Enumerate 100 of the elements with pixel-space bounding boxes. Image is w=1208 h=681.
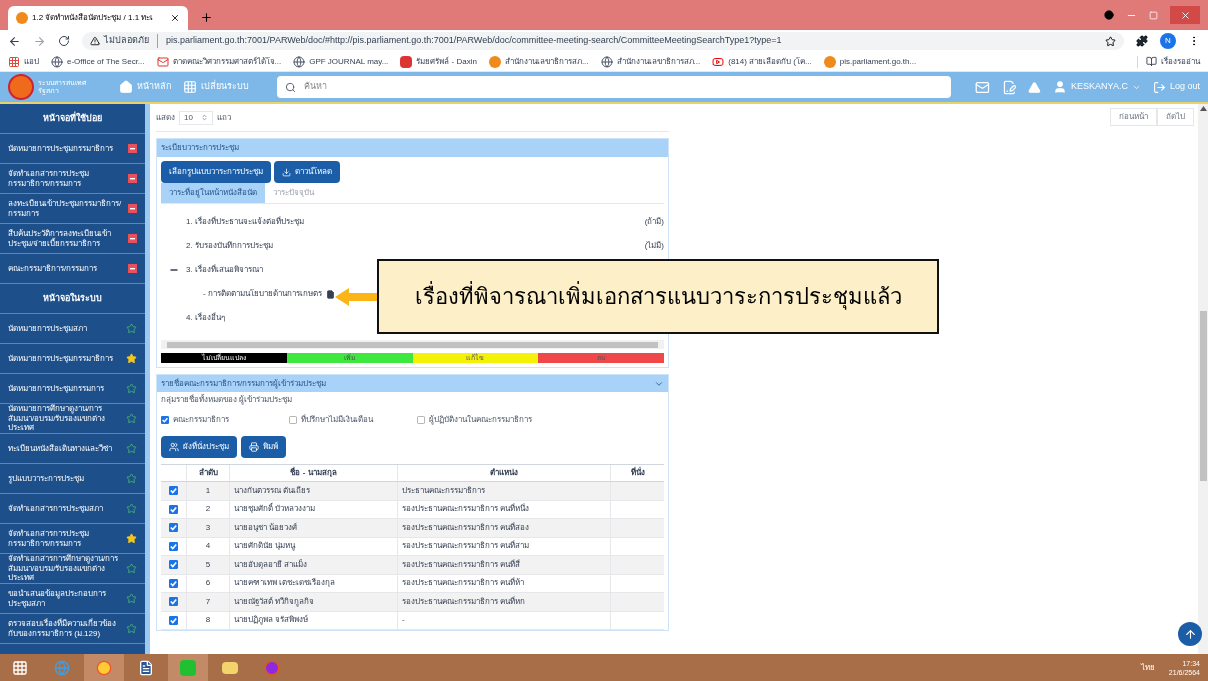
checkbox[interactable] <box>169 486 178 496</box>
table-cell: ประธานคณะกรรมาธิการ <box>402 484 485 497</box>
star-icon[interactable] <box>126 353 137 364</box>
star-icon[interactable] <box>126 413 137 424</box>
scroll-to-top-button[interactable] <box>1178 622 1202 646</box>
checkbox[interactable] <box>169 560 178 570</box>
agenda-subitem[interactable]: - การติดตามนโยบายด้านการเกษตร <box>203 288 322 300</box>
checkbox[interactable] <box>169 504 178 514</box>
agenda-item[interactable]: 4. เรื่องอื่นๆ <box>186 312 225 324</box>
panel-title: รายชื่อคณะกรรมาธิการ/กรรมการผู้เข้าร่วมประชุม <box>161 377 327 390</box>
reading-list[interactable]: เรื่องรออ่าน <box>1137 55 1200 68</box>
remove-icon[interactable] <box>128 204 137 213</box>
table-cell: รองประธานคณะกรรมาธิการ คนที่หก <box>402 595 526 608</box>
table-cell: รองประธานคณะกรรมาธิการ คนที่สอง <box>402 521 530 534</box>
sidebar-item[interactable]: จัดทำเอกสารการศึกษาดูงาน/การสัมมนา/อบรม/รับรองแขกต่างประเทศ <box>0 554 145 584</box>
warning-icon[interactable] <box>1028 80 1042 94</box>
agenda-note: (ไม่มี) <box>644 240 664 252</box>
bookmark[interactable]: GPF JOURNAL may... <box>293 55 389 68</box>
bookmark[interactable]: แอป <box>8 55 39 68</box>
table-cell: นายอนุชา น้อยวงศ์ <box>234 521 298 534</box>
new-tab-icon[interactable] <box>200 11 213 24</box>
star-icon[interactable] <box>126 323 137 334</box>
scrollbar-thumb[interactable] <box>1199 311 1207 481</box>
next-page-button[interactable]: ถัดไป <box>1157 108 1194 126</box>
reload-icon[interactable] <box>58 35 70 47</box>
search-field[interactable]: ค้นหา <box>276 76 951 98</box>
download-button[interactable]: ดาวน์โหลด <box>274 161 340 183</box>
checkbox-label[interactable]: คณะกรรมาธิการ <box>173 414 229 426</box>
remove-icon[interactable] <box>128 234 137 243</box>
spinner-icon <box>200 114 208 121</box>
browser-tab[interactable]: 1.2 จัดทำหนังสือนัดประชุม / 1.1 ทะเ <box>8 6 188 30</box>
checkbox[interactable] <box>169 523 178 533</box>
close-window-button[interactable] <box>1170 6 1200 24</box>
horizontal-scrollbar[interactable] <box>161 340 664 349</box>
agenda-note: (ถ้ามี) <box>644 216 664 228</box>
table-cell: นายคฑาเทพ เตชะเดชเรืองกุล <box>234 577 336 590</box>
star-icon[interactable] <box>126 443 137 454</box>
sidebar-item[interactable]: นัดหมายการศึกษาดูงาน/การสัมมนา/อบรม/รับรองแขกต่างประเทศ <box>0 404 145 434</box>
restore-icon[interactable] <box>1149 10 1158 20</box>
page-size-label: แสดง <box>156 111 175 124</box>
bookmark[interactable]: สำนักงานเลขาธิการสภ... <box>600 55 701 68</box>
star-icon[interactable] <box>126 533 137 544</box>
site-icon <box>488 55 501 68</box>
start-icon[interactable] <box>12 659 28 676</box>
table-cell: รองประธานคณะกรรมาธิการ คนที่หนึ่ง <box>402 503 530 516</box>
star-icon[interactable] <box>126 563 137 574</box>
bookmark[interactable]: pis.parliament.go.th... <box>823 55 917 68</box>
agenda-item[interactable]: 3. เรื่องที่เสนอพิจารณา <box>186 264 263 276</box>
address-field[interactable]: ไม่ปลอดภัย pis.parliament.go.th:7001/PARWeb/doc/#http://pis.parliament.go.th:7001/PARWeb/doc/committee-meeting-search/CommitteeMeetingSearchType1?type=1 <box>82 32 1124 50</box>
printer-icon <box>249 442 259 452</box>
remove-icon[interactable] <box>128 174 137 183</box>
checkbox[interactable] <box>169 578 178 588</box>
vertical-scrollbar[interactable] <box>1198 104 1208 654</box>
back-icon[interactable] <box>8 34 21 48</box>
bookmark[interactable]: ตาดคณะวิศวกรรมศาสตร์ได้โจ... <box>156 55 282 68</box>
extensions-icon[interactable] <box>1136 35 1148 47</box>
page-size-select[interactable]: 10 <box>179 110 213 125</box>
agenda-tab[interactable]: วาระที่อยู่ในหน้าหนังสือนัด <box>161 183 265 203</box>
browser-icon[interactable] <box>96 659 112 676</box>
profile-dot-icon[interactable] <box>1104 10 1114 20</box>
mail-icon[interactable] <box>974 79 990 95</box>
scroll-up-arrow-icon[interactable] <box>1199 106 1207 111</box>
star-icon[interactable] <box>126 503 137 514</box>
seating-chart-button[interactable]: ผังที่นั่งประชุม <box>161 436 237 458</box>
remove-icon[interactable] <box>128 264 137 273</box>
bookmark-star-icon[interactable] <box>1105 35 1116 47</box>
bookmark[interactable]: สำนักงานเลขาธิการสภ... <box>488 55 589 68</box>
star-icon[interactable] <box>126 473 137 484</box>
bookmark[interactable]: (814) สายเลือดกับ (โค... <box>712 55 812 68</box>
agenda-template-button[interactable]: เลือกรูปแบบวาระการประชุม <box>161 161 271 183</box>
table-cell: รองประธานคณะกรรมาธิการ คนที่ห้า <box>402 577 525 590</box>
bookmark[interactable]: e-Office of The Secr... <box>51 55 145 68</box>
star-icon[interactable] <box>126 383 137 394</box>
checkbox[interactable] <box>169 615 178 625</box>
print-button[interactable]: พิมพ์ <box>241 436 286 458</box>
checkbox[interactable] <box>169 597 178 607</box>
folder-icon[interactable] <box>222 661 238 674</box>
sidebar-heading: หน้าจอที่ใช้บ่อย <box>43 111 102 125</box>
checkbox-label[interactable]: ที่ปรึกษาไม่มีเงินเดือน <box>301 414 373 426</box>
document-icon[interactable] <box>138 659 154 676</box>
star-icon[interactable] <box>126 623 137 634</box>
remove-icon[interactable] <box>128 144 137 153</box>
column-header: ชื่อ - นามสกุล <box>290 467 337 479</box>
checkbox-label[interactable]: ผู้ปฏิบัติงานในคณะกรรมาธิการ <box>429 414 532 426</box>
close-icon[interactable] <box>170 13 180 23</box>
checkbox[interactable] <box>169 541 178 551</box>
edit-document-icon[interactable] <box>1001 79 1017 95</box>
profile-avatar[interactable]: N <box>1160 33 1176 49</box>
previous-page-button[interactable]: ก่อนหน้า <box>1110 108 1157 126</box>
checkbox[interactable] <box>289 416 297 424</box>
forward-icon[interactable] <box>33 34 46 48</box>
agenda-item[interactable]: 1. เรื่องที่ประธานจะแจ้งต่อที่ประชุม <box>186 216 304 228</box>
search-input[interactable]: ค้นหา <box>303 80 943 94</box>
checkbox[interactable] <box>417 416 425 424</box>
table-cell: รองประธานคณะกรรมาธิการ คนที่สาม <box>402 540 530 553</box>
bookmark[interactable]: รัมยศรัพล์ - Daxin <box>400 55 477 68</box>
logo-drawing <box>8 74 34 100</box>
star-icon[interactable] <box>126 593 137 604</box>
column-header: ที่นั่ง <box>630 467 645 479</box>
agenda-item[interactable]: 2. รับรองบันทึกการประชุม <box>186 240 273 252</box>
